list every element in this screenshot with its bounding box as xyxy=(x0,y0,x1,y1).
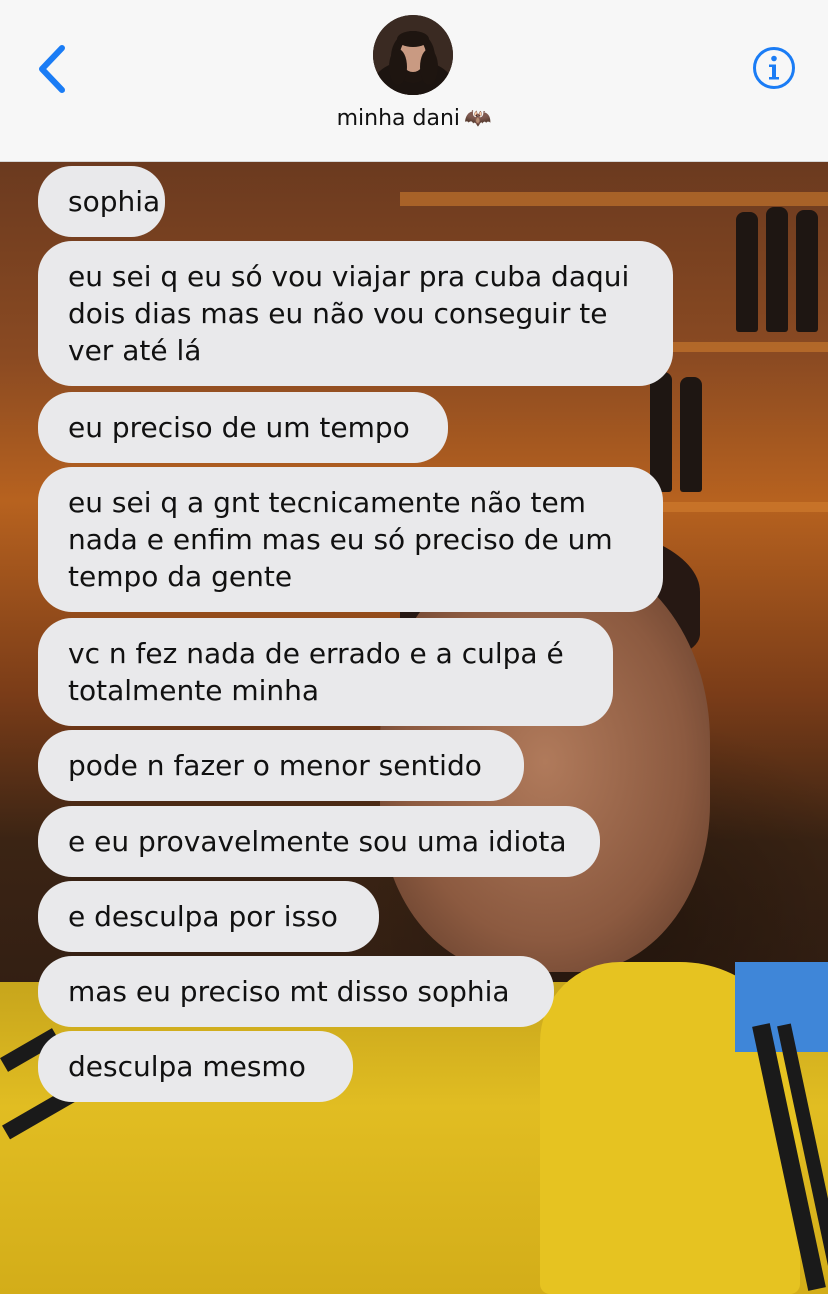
message-bubble[interactable]: mas eu preciso mt disso sophia xyxy=(38,956,554,1027)
message-text: e desculpa por isso xyxy=(68,900,338,933)
conversation-header: minha dani 🦇 xyxy=(0,0,828,162)
avatar-photo xyxy=(373,15,453,95)
message-bubble[interactable]: pode n fazer o menor sentido xyxy=(38,730,524,801)
message-text: eu sei q eu só vou viajar pra cuba daqui… xyxy=(68,260,630,367)
message-bubble[interactable]: eu preciso de um tempo xyxy=(38,392,448,463)
chevron-left-icon xyxy=(39,45,65,93)
message-text: sophia xyxy=(68,185,161,218)
contact-name[interactable]: minha dani 🦇 xyxy=(0,106,828,131)
message-bubble[interactable]: sophia xyxy=(38,166,165,237)
message-text: pode n fazer o menor sentido xyxy=(68,749,482,782)
message-bubble[interactable]: vc n fez nada de errado e a culpa é tota… xyxy=(38,618,613,726)
contact-avatar[interactable] xyxy=(373,15,453,95)
message-bubble[interactable]: e desculpa por isso xyxy=(38,881,379,952)
message-bubble[interactable]: eu sei q eu só vou viajar pra cuba daqui… xyxy=(38,241,673,386)
message-text: e eu provavelmente sou uma idiota xyxy=(68,825,567,858)
message-text: eu sei q a gnt tecnicamente não tem nada… xyxy=(68,486,613,593)
message-text: desculpa mesmo xyxy=(68,1050,306,1083)
message-bubble[interactable]: eu sei q a gnt tecnicamente não tem nada… xyxy=(38,467,663,612)
message-text: vc n fez nada de errado e a culpa é tota… xyxy=(68,637,564,707)
message-text: mas eu preciso mt disso sophia xyxy=(68,975,510,1008)
info-button[interactable] xyxy=(752,46,796,90)
message-bubble[interactable]: desculpa mesmo xyxy=(38,1031,353,1102)
bat-emoji: 🦇 xyxy=(464,106,492,131)
message-text: eu preciso de um tempo xyxy=(68,411,410,444)
info-circle-icon xyxy=(753,47,795,89)
message-bubble[interactable]: e eu provavelmente sou uma idiota xyxy=(38,806,600,877)
contact-name-text: minha dani xyxy=(336,106,460,131)
back-button[interactable] xyxy=(30,40,78,98)
